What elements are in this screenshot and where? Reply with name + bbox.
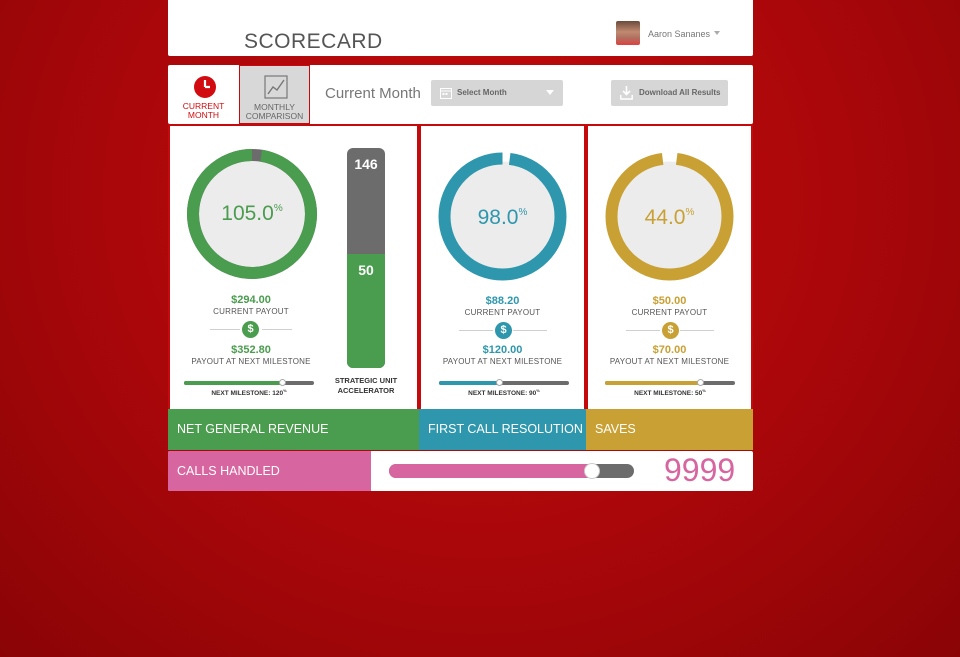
saves-percent: 44.0%: [644, 206, 695, 229]
fcr-next-payout-label: PAYOUT AT NEXT MILESTONE: [442, 357, 563, 366]
fcr-title[interactable]: FIRST CALL RESOLUTION: [419, 409, 586, 450]
tab-monthly-comparison-label: MONTHLY COMPARISON: [245, 102, 304, 121]
fcr-percent: 98.0%: [477, 206, 528, 229]
card-saves: 44.0% $50.00 CURRENT PAYOUT $ $70.00 PAY…: [586, 124, 753, 450]
pie-chart-icon: [194, 76, 216, 98]
page-title: SCORECARD: [244, 30, 383, 53]
saves-next-payout: $70.00: [652, 344, 687, 356]
toolbar: CURRENT MONTH MONTHLY COMPARISON Current…: [168, 65, 753, 124]
card-first-call-resolution: 98.0% $88.20 CURRENT PAYOUT $ $120.00 PA…: [419, 124, 586, 450]
saves-title[interactable]: SAVES: [586, 409, 753, 450]
calls-handled-value: 9999: [664, 452, 736, 488]
view-label: Current Month: [325, 85, 421, 102]
saves-milestone-knob: [696, 379, 704, 386]
dollar-icon: $: [662, 322, 679, 339]
saves-next-milestone: NEXT MILESTONE: 50%: [634, 388, 706, 398]
saves-current-payout-label: CURRENT PAYOUT: [631, 308, 708, 317]
ngr-milestone-bar: [184, 379, 314, 386]
download-all-label: Download All Results: [639, 88, 721, 97]
accelerator-max: 146: [354, 156, 378, 172]
fcr-milestone-knob: [495, 379, 503, 386]
ngr-next-milestone: NEXT MILESTONE: 120%: [211, 388, 287, 398]
accelerator-current: 50: [358, 261, 374, 278]
accelerator-label: STRATEGIC UNIT ACCELERATOR: [334, 376, 398, 395]
ngr-percent: 105.0%: [221, 202, 283, 225]
saves-next-payout-label: PAYOUT AT NEXT MILESTONE: [609, 357, 730, 366]
month-select[interactable]: Select Month: [431, 80, 563, 106]
tab-monthly-comparison[interactable]: MONTHLY COMPARISON: [239, 65, 310, 124]
fcr-current-payout-label: CURRENT PAYOUT: [464, 308, 541, 317]
ngr-current-payout: $294.00: [231, 294, 271, 306]
ngr-title[interactable]: NET GENERAL REVENUE: [168, 409, 419, 450]
month-select-value: Select Month: [457, 88, 507, 97]
ngr-current-payout-label: CURRENT PAYOUT: [213, 307, 289, 316]
fcr-current-payout: $88.20: [485, 295, 520, 307]
fcr-milestone-bar: [439, 379, 569, 386]
calls-handled-panel: CALLS HANDLED 9999: [168, 451, 753, 491]
saves-current-payout: $50.00: [652, 295, 687, 307]
download-icon: [620, 86, 633, 100]
fcr-next-milestone: NEXT MILESTONE: 90%: [468, 388, 540, 398]
chevron-down-icon: [546, 90, 554, 95]
download-all-button[interactable]: Download All Results: [611, 80, 728, 106]
strategic-unit-accelerator-gauge: 146 50: [347, 148, 385, 368]
ngr-next-payout: $352.80: [231, 344, 271, 356]
tab-current-month-label: CURRENT MONTH: [182, 101, 225, 120]
saves-milestone-bar: [605, 379, 735, 386]
avatar[interactable]: [616, 21, 640, 45]
line-chart-icon: [264, 75, 288, 99]
fcr-next-payout: $120.00: [482, 344, 523, 356]
ngr-milestone-knob: [278, 379, 286, 386]
user-menu-caret-icon[interactable]: [714, 31, 720, 35]
calls-handled-label: CALLS HANDLED: [168, 451, 371, 491]
tab-current-month[interactable]: CURRENT MONTH: [168, 65, 239, 124]
calls-handled-slider[interactable]: [389, 463, 634, 479]
dollar-icon: $: [242, 321, 259, 338]
calls-handled-slider-knob[interactable]: [584, 463, 601, 479]
card-net-general-revenue: 105.0% $294.00 CURRENT PAYOUT $ $352.80 …: [168, 124, 419, 450]
header-bar: SCORECARD Aaron Sananes: [168, 0, 753, 56]
user-name[interactable]: Aaron Sananes: [648, 29, 710, 39]
ngr-next-payout-label: PAYOUT AT NEXT MILESTONE: [191, 357, 311, 366]
dollar-icon: $: [495, 322, 512, 339]
calendar-icon: [440, 88, 452, 99]
